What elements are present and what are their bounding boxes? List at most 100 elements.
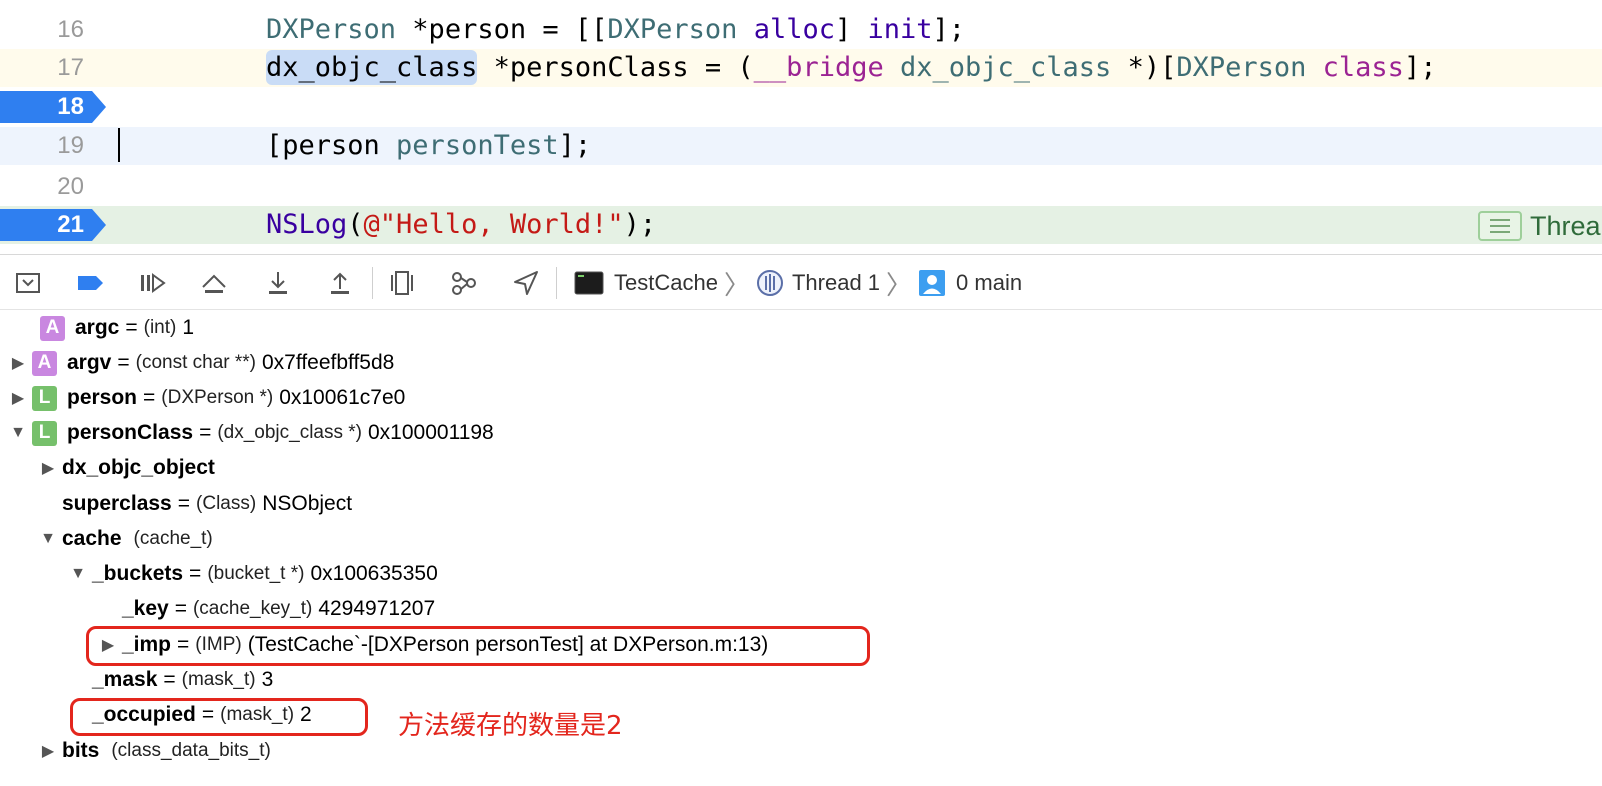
code-token[interactable]: ( [347, 209, 363, 240]
variable-row[interactable]: _mask = (mask_t) 3 [68, 663, 273, 697]
variable-name: _mask [92, 668, 158, 691]
line-number[interactable]: 17 [0, 49, 84, 87]
variable-row[interactable]: ▼ _buckets = (bucket_t *) 0x100635350 [68, 557, 438, 591]
code-token[interactable]: DXPerson [607, 14, 737, 45]
line-number[interactable]: 20 [0, 168, 84, 206]
disclosure-collapsed-icon[interactable]: ▶ [8, 353, 28, 373]
code-token[interactable]: ]; [933, 14, 966, 45]
code-token[interactable]: DXPerson [266, 14, 396, 45]
thread-badge-label: Threa [1530, 210, 1601, 241]
variable-type: (Class) [196, 493, 257, 514]
view-hierarchy-icon[interactable] [388, 269, 416, 297]
variable-row[interactable]: ▶ dx_objc_object [38, 451, 227, 485]
variable-row[interactable]: Aargc = (int) 1 [16, 311, 194, 345]
continue-icon[interactable] [138, 269, 166, 297]
code-text[interactable]: NSLog(@"Hello, World!"); [266, 206, 656, 244]
breakpoints-toggle-icon[interactable] [76, 269, 104, 297]
code-token[interactable] [884, 52, 900, 83]
thread-indicator-badge[interactable]: Threa [1478, 211, 1601, 241]
line-number[interactable]: 16 [0, 11, 84, 49]
variable-value: NSObject [262, 492, 353, 515]
local-badge-icon: L [32, 420, 57, 446]
step-into-icon[interactable] [264, 269, 292, 297]
breadcrumb-process[interactable]: TestCache [614, 270, 718, 296]
code-token[interactable]: *person = [[ [396, 14, 607, 45]
variable-type: (dx_objc_class *) [217, 422, 362, 443]
code-token[interactable]: ); [624, 209, 657, 240]
code-line-19[interactable]: 19 [person personTest]; [0, 127, 1602, 165]
simulate-location-icon[interactable] [512, 269, 540, 297]
code-token[interactable]: NSLog [266, 209, 347, 240]
code-token[interactable]: @"Hello, World!" [364, 209, 624, 240]
code-line-21[interactable]: 21 NSLog(@"Hello, World!"); [0, 206, 1602, 244]
code-token[interactable]: *)[ [1111, 52, 1177, 83]
code-line-18[interactable]: 18 [0, 88, 1602, 126]
variable-type: (const char **) [135, 352, 256, 373]
local-badge-icon: L [32, 385, 57, 411]
variable-row[interactable]: superclass = (Class) NSObject [38, 487, 352, 521]
code-line-16[interactable]: 16 DXPerson *person = [[DXPerson alloc] … [0, 11, 1602, 49]
equals-sign: = [143, 386, 156, 409]
code-token[interactable]: class [1323, 52, 1404, 83]
code-token[interactable]: *personClass = ( [477, 52, 754, 83]
variable-value: 4294971207 [318, 597, 436, 620]
code-token[interactable]: personTest [396, 130, 559, 161]
annotation-box-occupied [70, 698, 368, 736]
code-token[interactable]: [person [266, 130, 396, 161]
variable-value: 0x100635350 [310, 562, 438, 585]
argument-badge-icon: A [40, 315, 65, 341]
variable-row[interactable]: ▼ cache (cache_t) [38, 522, 213, 556]
disclosure-expanded-icon[interactable]: ▼ [8, 424, 28, 442]
disclosure-collapsed-icon[interactable]: ▶ [38, 741, 58, 761]
code-token[interactable]: init [867, 14, 932, 45]
code-text[interactable]: dx_objc_class *personClass = (__bridge d… [266, 49, 1436, 87]
code-token[interactable]: dx_objc_class [900, 52, 1111, 83]
code-token[interactable]: dx_objc_class [266, 50, 478, 85]
variable-type: (class_data_bits_t) [111, 740, 271, 761]
code-line-17[interactable]: 17 dx_objc_class *personClass = (__bridg… [0, 49, 1602, 87]
breadcrumb-thread[interactable]: Thread 1 [792, 270, 880, 296]
code-text[interactable]: [person personTest]; [266, 127, 591, 165]
code-token[interactable]: __bridge [754, 52, 884, 83]
memory-graph-icon[interactable] [450, 269, 478, 297]
code-editor[interactable]: 16 DXPerson *person = [[DXPerson alloc] … [0, 0, 1602, 250]
breakpoint-marker[interactable]: 18 [0, 91, 106, 123]
step-over-icon[interactable] [200, 269, 228, 297]
code-token[interactable]: DXPerson [1176, 52, 1306, 83]
variable-type: (cache_t) [133, 528, 213, 549]
line-number[interactable]: 19 [0, 127, 84, 165]
hide-debug-area-icon[interactable] [14, 269, 42, 297]
variable-row[interactable]: ▶ Aargv = (const char **) 0x7ffeefbff5d8 [8, 346, 394, 380]
code-token[interactable]: ]; [1404, 52, 1437, 83]
step-out-icon[interactable] [326, 269, 354, 297]
variable-type: (bucket_t *) [207, 563, 305, 584]
variable-row[interactable]: _key = (cache_key_t) 4294971207 [98, 592, 435, 626]
equals-sign: = [177, 492, 191, 515]
breadcrumb-frame[interactable]: 0 main [956, 270, 1022, 296]
code-token[interactable]: ]; [559, 130, 592, 161]
equals-sign: = [163, 668, 176, 691]
breadcrumb: TestCache 〉 Thread 1 〉 0 main [574, 255, 1022, 311]
code-token[interactable]: alloc [754, 14, 835, 45]
code-token[interactable] [1306, 52, 1322, 83]
disclosure-collapsed-icon[interactable]: ▶ [8, 388, 28, 408]
breakpoint-marker[interactable]: 21 [0, 209, 106, 241]
disclosure-expanded-icon[interactable]: ▼ [68, 565, 88, 583]
code-token[interactable]: ] [835, 14, 868, 45]
code-token[interactable] [737, 14, 753, 45]
code-text[interactable]: DXPerson *person = [[DXPerson alloc] ini… [266, 11, 965, 49]
equals-sign: = [189, 562, 202, 585]
variable-row[interactable]: ▶ bits (class_data_bits_t) [38, 734, 271, 768]
disclosure-collapsed-icon[interactable]: ▶ [38, 458, 58, 478]
terminal-app-icon [574, 271, 604, 295]
disclosure-expanded-icon[interactable]: ▼ [38, 530, 58, 548]
variable-value: 3 [261, 668, 274, 691]
variable-row[interactable]: ▼ LpersonClass = (dx_objc_class *) 0x1000011… [8, 416, 494, 450]
user-frame-icon [919, 270, 946, 296]
code-line-20[interactable]: 20 [0, 168, 1602, 206]
variable-value: 0x100001198 [368, 421, 494, 444]
variable-row[interactable]: ▶ Lperson = (DXPerson *) 0x10061c7e0 [8, 381, 405, 415]
list-icon [1478, 211, 1522, 241]
toolbar-divider [372, 267, 373, 299]
variable-value: 0x7ffeefbff5d8 [262, 351, 395, 374]
